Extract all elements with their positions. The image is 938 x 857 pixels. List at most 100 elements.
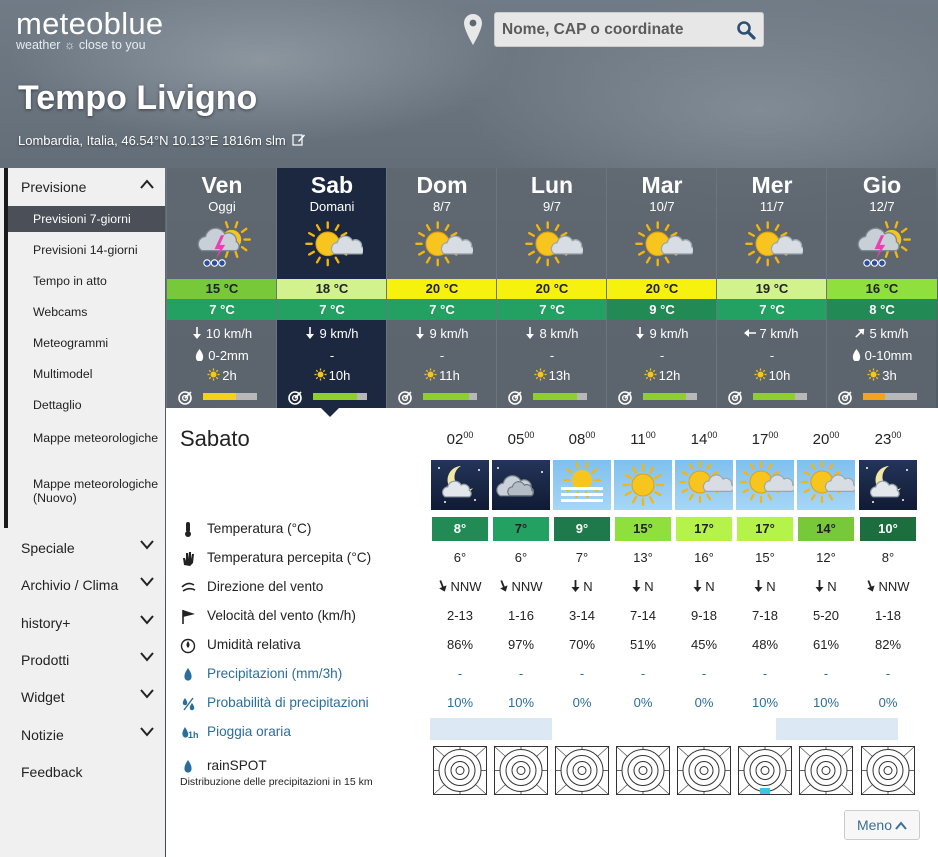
wind-direction-value: N [644, 579, 654, 594]
sidebar-sub-previsioni-7-giorni[interactable]: Previsioni 7-giorni [8, 206, 165, 232]
predictability-bar [533, 393, 587, 400]
location-pin-icon[interactable] [462, 13, 484, 47]
sunshine-hours: 10h [328, 368, 351, 383]
sidebar-sub-tempo-in-atto[interactable]: Tempo in atto [8, 268, 165, 294]
sidebar-item-label: Previsione [21, 179, 87, 195]
sidebar-item-feedback[interactable]: Feedback [8, 753, 165, 791]
row-label-text: Temperatura percepita (°C) [207, 550, 372, 565]
sidebar-item-widget[interactable]: Widget [8, 678, 165, 716]
sunshine-info: 13h [497, 368, 607, 383]
wind-speed: 8 km/h [539, 326, 579, 341]
wind-speed: 9-18 [674, 606, 734, 626]
sidebar-sub-multimodel[interactable]: Multimodel [8, 361, 165, 387]
sidebar-item-label: Feedback [21, 764, 83, 780]
search-input[interactable] [495, 13, 731, 46]
felt-temperature: 8° [858, 548, 918, 568]
sidebar-item-previsione[interactable]: Previsione [8, 168, 165, 206]
day-card-gio[interactable]: Gio 12/7 16 °C 8 °C 5 km/h 0-10mm 3h [826, 168, 937, 408]
sidebar-sub-meteogrammi[interactable]: Meteogrammi [8, 330, 165, 356]
sidebar-sub-webcams[interactable]: Webcams [8, 299, 165, 325]
hour-label: 2300 [858, 430, 918, 448]
rainspot-grid[interactable] [433, 746, 487, 795]
sidebar-sub-dettaglio[interactable]: Dettaglio [8, 392, 165, 418]
hour-label: 0800 [552, 430, 612, 448]
sidebar-item-label: history+ [21, 615, 71, 631]
sidebar-sub-label: Mappe meteorologiche [33, 431, 159, 445]
sun-cloud-icon [301, 220, 365, 279]
sidebar-sub-mappe-meteorologiche[interactable]: Mappe meteorologiche [8, 423, 165, 467]
sidebar-item-notizie[interactable]: Notizie [8, 716, 165, 754]
edit-icon[interactable] [292, 133, 306, 146]
rainspot-grid[interactable] [616, 746, 670, 795]
humidity-value: 82% [874, 637, 902, 652]
humidity-value: 48% [751, 637, 779, 652]
sidebar-item-prodotti[interactable]: Prodotti [8, 641, 165, 679]
humidity-value: 97% [507, 637, 535, 652]
rainspot-grid[interactable] [861, 746, 915, 795]
precipitation-probability: 10% [491, 693, 551, 713]
felt-temperature-value: 16° [694, 550, 714, 565]
percent-drop-icon [182, 697, 195, 711]
rainspot-grid[interactable] [555, 746, 609, 795]
precipitation-info: - [607, 348, 717, 363]
sunshine-hours: 2h [222, 368, 237, 383]
day-card-ven[interactable]: Ven Oggi 15 °C 7 °C 10 km/h 0-2mm 2h [166, 168, 277, 408]
precipitation-amount: - [769, 348, 775, 363]
wind-speed: 1-18 [858, 606, 918, 626]
sun-cloud-thunder-icon [851, 220, 913, 279]
sunshine-info: 12h [607, 368, 717, 383]
rainspot-grid[interactable] [738, 746, 792, 795]
precipitation-info: - [717, 348, 827, 363]
rainspot-grid[interactable] [677, 746, 731, 795]
wind-arrow-icon [526, 327, 535, 339]
wind-direction: N [613, 577, 673, 597]
hour-label: 1400 [674, 430, 734, 448]
precipitation: - [735, 664, 795, 684]
logo[interactable]: meteoblue weather ☼ close to you [16, 6, 163, 52]
minute-value: 00 [463, 430, 474, 440]
sunshine-info: 2h [167, 368, 277, 383]
sidebar-item-history-[interactable]: history+ [8, 604, 165, 642]
wind-info: 9 km/h [387, 326, 497, 341]
detail-day-title: Sabato [180, 426, 250, 451]
rainspot-grid[interactable] [799, 746, 853, 795]
felt-temperature: 15° [735, 548, 795, 568]
drop-icon [184, 760, 192, 773]
hourly-temperature: 17° [737, 517, 793, 541]
sidebar-sub-previsioni-14-giorni[interactable]: Previsioni 14-giorni [8, 237, 165, 263]
hourly-temperature: 9° [554, 517, 610, 541]
humidity-value: 86% [446, 637, 474, 652]
max-temperature: 19 °C [717, 279, 827, 299]
sidebar-sub-label: Webcams [33, 305, 88, 319]
sidebar-item-archivio-clima[interactable]: Archivio / Clima [8, 566, 165, 604]
day-card-mar[interactable]: Mar 10/7 20 °C 9 °C 9 km/h - 12h [606, 168, 717, 408]
chevron-down-icon [140, 577, 154, 587]
day-date: 8/7 [432, 199, 452, 214]
wind-direction-value: NNW [511, 579, 543, 594]
day-card-mer[interactable]: Mer 11/7 19 °C 7 °C 7 km/h - 10h [716, 168, 827, 408]
day-card-dom[interactable]: Dom 8/7 20 °C 7 °C 9 km/h - 11h [386, 168, 497, 408]
humidity: 97% [491, 635, 551, 655]
sun-cloud-icon [675, 460, 735, 510]
rainspot-note: Distribuzione delle precipitazioni in 15… [180, 776, 373, 788]
precipitation-value: - [823, 666, 829, 681]
less-button[interactable]: Meno [844, 810, 920, 840]
min-temperature: 7 °C [717, 299, 827, 320]
wind-speed-value: 2-13 [446, 608, 474, 623]
hourly-temperature: 7° [493, 517, 549, 541]
felt-temperature: 12° [796, 548, 856, 568]
precipitation-amount: 0-10mm [864, 348, 913, 363]
day-card-sab[interactable]: Sab Domani 18 °C 7 °C 9 km/h - 10h [276, 168, 387, 408]
rainspot-grid[interactable] [494, 746, 548, 795]
precipitation-probability: 10% [430, 693, 490, 713]
search-icon[interactable] [736, 20, 756, 40]
day-card-lun[interactable]: Lun 9/7 20 °C 7 °C 8 km/h - 13h [496, 168, 607, 408]
sidebar-item-speciale[interactable]: Speciale [8, 529, 165, 567]
wind-speed-value: 9-18 [690, 608, 718, 623]
minute-value: 00 [707, 430, 718, 440]
wind-speed: 9 km/h [429, 326, 469, 341]
sidebar-sub-mappe-meteorologiche-nuovo-[interactable]: Mappe meteorologiche (Nuovo) [8, 469, 165, 529]
felt-temperature-value: 12° [816, 550, 836, 565]
chevron-up-icon [895, 821, 907, 830]
wind-direction-value: NNW [450, 579, 482, 594]
